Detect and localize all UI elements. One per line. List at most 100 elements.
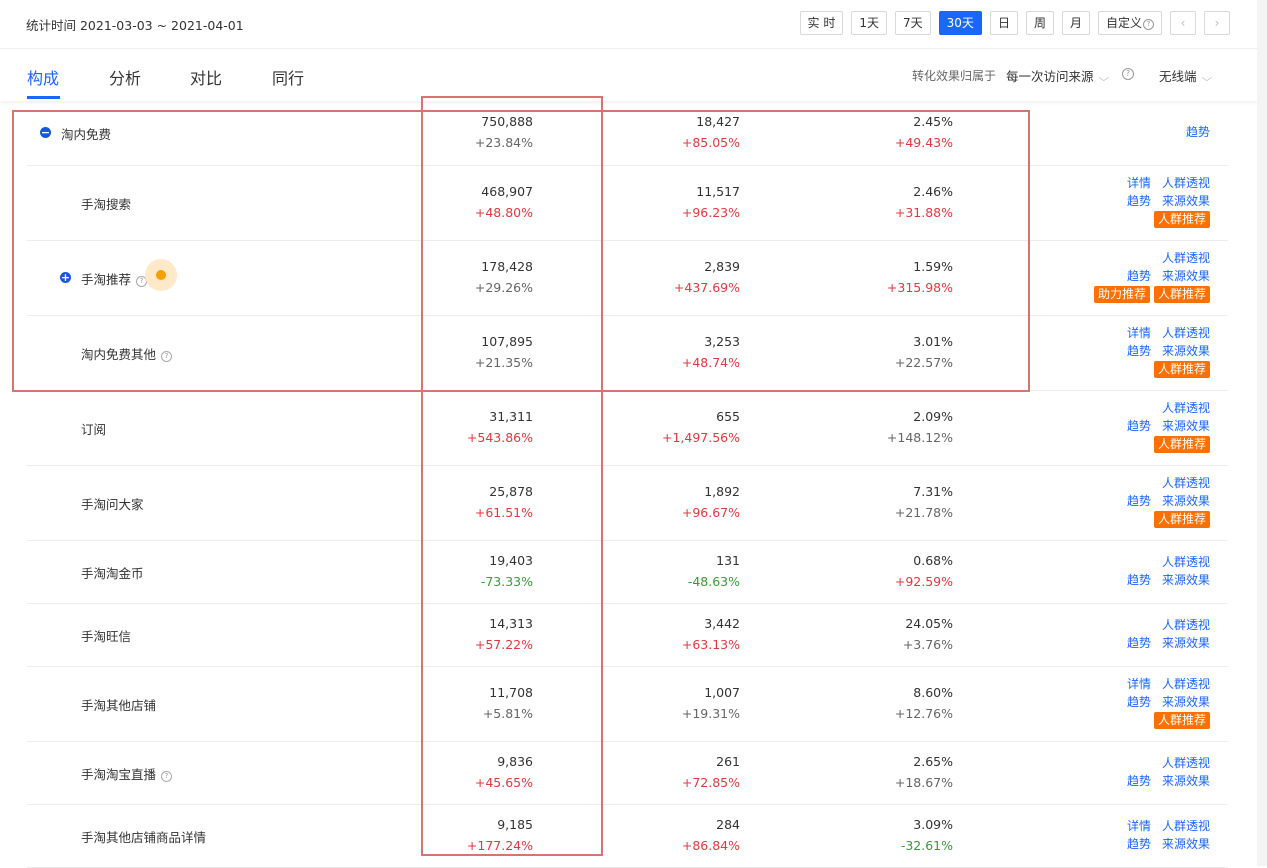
- device-select[interactable]: 无线端 ⌵: [1159, 66, 1212, 85]
- next-arrow-icon[interactable]: ›: [1204, 11, 1230, 35]
- table-row: 手淘搜索 468,907 +48.80% 11,517 +96.23% 2.46% +31.…: [27, 165, 1228, 241]
- metric-value: 131: [716, 552, 740, 568]
- range-7day-button[interactable]: 7天: [895, 11, 931, 35]
- row-name-label: 订阅: [81, 421, 107, 437]
- metric-cell: 655 +1,497.56%: [590, 406, 740, 448]
- detail-link[interactable]: 详情: [1127, 677, 1151, 691]
- metric-change: +148.12%: [886, 429, 953, 445]
- audience-insight-link[interactable]: 人群透视: [1162, 476, 1210, 490]
- audience-insight-link[interactable]: 人群透视: [1162, 326, 1210, 340]
- metric-value: 284: [716, 816, 740, 832]
- row-actions: 人群透视 趋势 来源效果人群推荐: [1116, 400, 1210, 454]
- expand-icon[interactable]: +: [60, 271, 71, 283]
- range-week-button[interactable]: 周: [1025, 11, 1054, 35]
- trend-link[interactable]: 趋势: [1127, 636, 1151, 650]
- range-custom-button[interactable]: 自定义?: [1097, 11, 1162, 35]
- trend-link[interactable]: 趋势: [1127, 194, 1151, 208]
- audience-recommend-badge[interactable]: 人群推荐: [1153, 286, 1210, 304]
- tab-peers[interactable]: 同行: [272, 65, 304, 89]
- audience-insight-link[interactable]: 人群透视: [1162, 819, 1210, 833]
- metric-cell: 2.09% +148.12%: [803, 406, 953, 448]
- range-30day-button[interactable]: 30天: [938, 11, 982, 35]
- metric-change: +5.81%: [482, 705, 533, 721]
- tab-analysis[interactable]: 分析: [109, 65, 141, 89]
- trend-link[interactable]: 趋势: [1186, 125, 1210, 139]
- trend-link[interactable]: 趋势: [1127, 269, 1151, 283]
- source-effect-link[interactable]: 来源效果: [1162, 194, 1210, 208]
- metric-value: 2.09%: [913, 408, 953, 424]
- range-month-button[interactable]: 月: [1061, 11, 1090, 35]
- audience-insight-link[interactable]: 人群透视: [1162, 756, 1210, 770]
- guide-hotspot-icon[interactable]: [145, 259, 177, 291]
- metric-change: +57.22%: [474, 636, 533, 652]
- metric-value: 261: [716, 753, 740, 769]
- audience-insight-link[interactable]: 人群透视: [1162, 401, 1210, 415]
- trend-link[interactable]: 趋势: [1127, 494, 1151, 508]
- collapse-icon[interactable]: −: [40, 126, 51, 138]
- metric-change: -48.63%: [687, 573, 740, 589]
- metric-cell: 11,517 +96.23%: [590, 181, 740, 223]
- audience-insight-link[interactable]: 人群透视: [1162, 618, 1210, 632]
- detail-link[interactable]: 详情: [1127, 819, 1151, 833]
- source-effect-link[interactable]: 来源效果: [1162, 573, 1210, 587]
- attribution-select[interactable]: 每一次访问来源 ⌵: [1006, 66, 1109, 85]
- row-name-label: 手淘淘金币: [81, 565, 144, 581]
- row-actions: 人群透视 趋势 来源效果: [1116, 617, 1210, 652]
- row-name: 手淘问大家: [81, 494, 144, 513]
- audience-recommend-badge[interactable]: 人群推荐: [1153, 211, 1210, 229]
- metric-value: 18,427: [696, 113, 740, 129]
- source-effect-link[interactable]: 来源效果: [1162, 419, 1210, 433]
- source-effect-link[interactable]: 来源效果: [1162, 837, 1210, 851]
- row-name: 手淘淘金币: [81, 563, 144, 582]
- scrollbar-track[interactable]: [1257, 0, 1267, 866]
- row-name: 手淘淘宝直播?: [81, 764, 173, 783]
- range-day-button[interactable]: 日: [989, 11, 1018, 35]
- trend-link[interactable]: 趋势: [1127, 774, 1151, 788]
- range-realtime-button[interactable]: 实 时: [799, 11, 844, 35]
- metric-cell: 31,311 +543.86%: [383, 406, 533, 448]
- audience-insight-link[interactable]: 人群透视: [1162, 251, 1210, 265]
- audience-insight-link[interactable]: 人群透视: [1162, 677, 1210, 691]
- trend-link[interactable]: 趋势: [1127, 695, 1151, 709]
- audience-insight-link[interactable]: 人群透视: [1162, 555, 1210, 569]
- row-actions: 趋势: [1175, 124, 1210, 142]
- tab-compare[interactable]: 对比: [190, 65, 222, 89]
- detail-link[interactable]: 详情: [1127, 176, 1151, 190]
- trend-link[interactable]: 趋势: [1127, 837, 1151, 851]
- detail-link[interactable]: 详情: [1127, 326, 1151, 340]
- source-effect-link[interactable]: 来源效果: [1162, 494, 1210, 508]
- metric-change: +48.74%: [681, 354, 740, 370]
- tab-composition[interactable]: 构成: [27, 65, 59, 89]
- help-icon[interactable]: ?: [161, 770, 173, 782]
- trend-link[interactable]: 趋势: [1127, 419, 1151, 433]
- metric-change: +12.76%: [894, 705, 953, 721]
- row-actions: 人群透视 趋势 来源效果 助力推荐 人群推荐: [1090, 250, 1210, 304]
- source-effect-link[interactable]: 来源效果: [1162, 344, 1210, 358]
- trend-link[interactable]: 趋势: [1127, 344, 1151, 358]
- source-effect-link[interactable]: 来源效果: [1162, 636, 1210, 650]
- metric-change: +23.84%: [474, 134, 533, 150]
- audience-recommend-badge[interactable]: 人群推荐: [1153, 436, 1210, 454]
- trend-link[interactable]: 趋势: [1127, 573, 1151, 587]
- metric-value: 750,888: [481, 113, 533, 129]
- row-name-label: 淘内免费其他: [81, 346, 157, 362]
- source-effect-link[interactable]: 来源效果: [1162, 695, 1210, 709]
- audience-insight-link[interactable]: 人群透视: [1162, 176, 1210, 190]
- table-row: 手淘问大家 25,878 +61.51% 1,892 +96.67% 7.31% +21.7…: [27, 465, 1228, 541]
- metric-change: +21.35%: [474, 354, 533, 370]
- metric-change: +1,497.56%: [661, 429, 740, 445]
- source-effect-link[interactable]: 来源效果: [1162, 774, 1210, 788]
- boost-recommend-badge[interactable]: 助力推荐: [1093, 286, 1150, 304]
- source-effect-link[interactable]: 来源效果: [1162, 269, 1210, 283]
- audience-recommend-badge[interactable]: 人群推荐: [1153, 511, 1210, 529]
- help-icon[interactable]: ?: [1122, 68, 1134, 80]
- row-name: 手淘旺信: [81, 626, 131, 645]
- audience-recommend-badge[interactable]: 人群推荐: [1153, 361, 1210, 379]
- metric-cell: 7.31% +21.78%: [803, 481, 953, 523]
- prev-arrow-icon[interactable]: ‹: [1170, 11, 1196, 35]
- audience-recommend-badge[interactable]: 人群推荐: [1153, 712, 1210, 730]
- tab-bar: 构成 分析 对比 同行 转化效果归属于 每一次访问来源 ⌵ ? 无线端 ⌵: [0, 48, 1257, 101]
- range-1day-button[interactable]: 1天: [851, 11, 888, 35]
- help-icon[interactable]: ?: [161, 350, 173, 362]
- metric-cell: 750,888 +23.84%: [383, 111, 533, 153]
